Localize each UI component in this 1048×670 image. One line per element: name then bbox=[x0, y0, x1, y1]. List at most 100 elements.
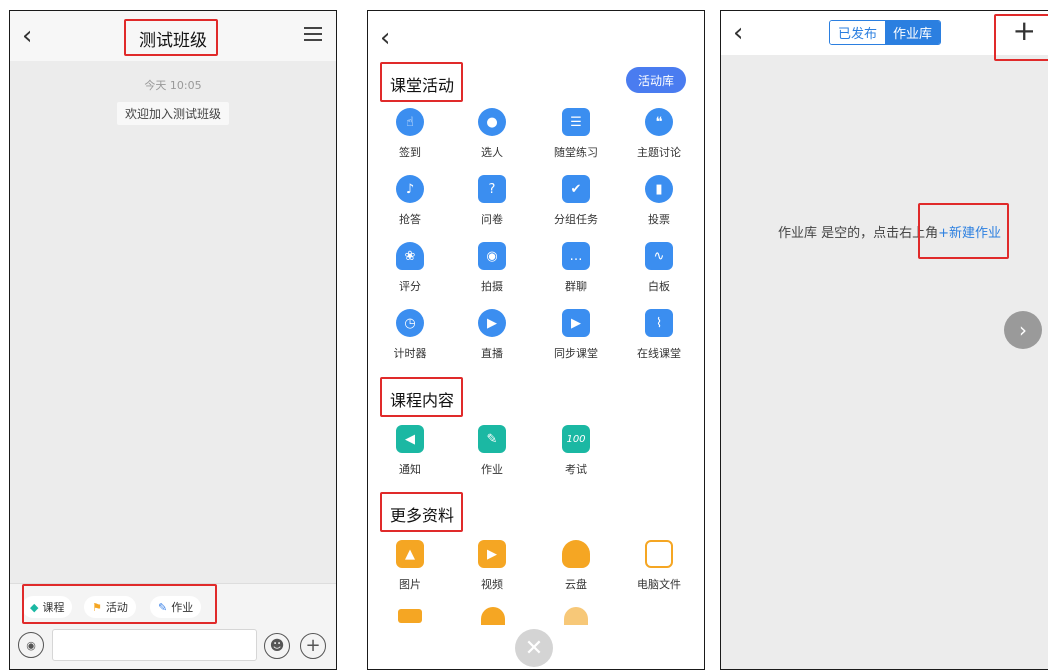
chevron-right-icon[interactable]: › bbox=[1004, 311, 1042, 349]
content-label: 通知 bbox=[399, 463, 421, 476]
tab-library[interactable]: 作业库 bbox=[885, 21, 941, 44]
online-class-icon: ⌇ bbox=[645, 309, 673, 337]
top-bar: ‹ 已发布 作业库 + bbox=[721, 11, 1048, 55]
activity-label: 直播 bbox=[481, 347, 503, 360]
plus-icon[interactable]: + bbox=[300, 633, 326, 659]
activity-library-button[interactable]: 活动库 bbox=[625, 67, 686, 93]
content-exam[interactable]: 100 考试 bbox=[536, 425, 616, 477]
activity-label: 分组任务 bbox=[554, 213, 598, 226]
live-icon: ▶ bbox=[478, 309, 506, 337]
image-icon: ▲ bbox=[396, 540, 424, 568]
chip-course[interactable]: ◆ 课程 bbox=[22, 596, 73, 618]
activity-label: 白板 bbox=[648, 280, 670, 293]
emoji-icon[interactable]: ☻ bbox=[264, 633, 290, 659]
add-homework-icon[interactable]: + bbox=[1013, 17, 1036, 45]
empty-text: 作业库 是空的，点击右上角 bbox=[778, 226, 939, 241]
more-image[interactable]: ▲ 图片 bbox=[370, 540, 450, 592]
computer-file-icon bbox=[645, 540, 673, 568]
activity-sign-in[interactable]: ☝ 签到 bbox=[370, 108, 450, 160]
back-icon[interactable]: ‹ bbox=[380, 25, 390, 51]
camera-icon: ◉ bbox=[478, 242, 506, 270]
more-computer-file[interactable]: 电脑文件 bbox=[619, 540, 699, 592]
activity-rating[interactable]: ❀ 评分 bbox=[370, 242, 450, 294]
chip-label: 课程 bbox=[42, 601, 65, 614]
cloud-drive-icon bbox=[562, 540, 590, 568]
activity-sync-class[interactable]: ▶ 同步课堂 bbox=[536, 309, 616, 361]
activity-questionnaire[interactable]: ? 问卷 bbox=[452, 175, 532, 227]
more-item-partial bbox=[564, 607, 588, 625]
content-label: 作业 bbox=[481, 463, 503, 476]
chip-label: 作业 bbox=[171, 601, 194, 614]
homework-icon: ✎ bbox=[158, 600, 168, 614]
activity-label: 随堂练习 bbox=[554, 146, 598, 159]
menu-icon[interactable] bbox=[304, 27, 322, 41]
empty-state: 作业库 是空的，点击右上角+新建作业 bbox=[778, 222, 1001, 241]
new-homework-link[interactable]: +新建作业 bbox=[938, 226, 1001, 241]
more-label: 云盘 bbox=[565, 578, 587, 591]
activity-group-task[interactable]: ✔ 分组任务 bbox=[536, 175, 616, 227]
content-label: 考试 bbox=[565, 463, 587, 476]
section-title-more: 更多资料 bbox=[390, 506, 455, 525]
timer-icon: ◷ bbox=[396, 309, 424, 337]
homework-library-panel: ‹ 已发布 作业库 + 作业库 是空的，点击右上角+新建作业 › bbox=[720, 10, 1048, 670]
more-video[interactable]: ▶ 视频 bbox=[452, 540, 532, 592]
activity-quick-answer[interactable]: ♪ 抢答 bbox=[370, 175, 450, 227]
activity-label: 在线课堂 bbox=[637, 347, 681, 360]
activity-group-chat[interactable]: … 群聊 bbox=[536, 242, 616, 294]
page-title: 测试班级 bbox=[139, 31, 207, 51]
top-bar: ‹ 测试班级 bbox=[10, 11, 336, 61]
content-notice[interactable]: ◀ 通知 bbox=[370, 425, 450, 477]
sync-class-icon: ▶ bbox=[562, 309, 590, 337]
vote-icon: ▮ bbox=[645, 175, 673, 203]
activity-discussion[interactable]: ❝ 主题讨论 bbox=[619, 108, 699, 160]
questionnaire-icon: ? bbox=[478, 175, 506, 203]
activity-label: 计时器 bbox=[393, 347, 427, 360]
activity-label: 问卷 bbox=[481, 213, 503, 226]
group-task-icon: ✔ bbox=[562, 175, 590, 203]
discussion-icon: ❝ bbox=[645, 108, 673, 136]
more-cloud-drive[interactable]: 云盘 bbox=[536, 540, 616, 592]
content-homework[interactable]: ✎ 作业 bbox=[452, 425, 532, 477]
activity-whiteboard[interactable]: ∿ 白板 bbox=[619, 242, 699, 294]
homework-icon: ✎ bbox=[478, 425, 506, 453]
activity-label: 抢答 bbox=[399, 213, 421, 226]
tab-published[interactable]: 已发布 bbox=[830, 21, 886, 44]
practice-icon: ☰ bbox=[562, 108, 590, 136]
activity-label: 群聊 bbox=[565, 280, 587, 293]
activity-label: 投票 bbox=[648, 213, 670, 226]
activity-practice[interactable]: ☰ 随堂练习 bbox=[536, 108, 616, 160]
activity-live[interactable]: ▶ 直播 bbox=[452, 309, 532, 361]
tab-switcher: 已发布 作业库 bbox=[829, 20, 942, 45]
more-item-partial bbox=[481, 607, 505, 625]
quick-answer-icon: ♪ bbox=[396, 175, 424, 203]
close-icon[interactable]: ✕ bbox=[515, 629, 553, 667]
more-label: 电脑文件 bbox=[637, 578, 681, 591]
activity-label: 选人 bbox=[481, 146, 503, 159]
bottom-bar: ◆ 课程 ⚑ 活动 ✎ 作业 ◉ ☻ + bbox=[10, 583, 336, 669]
voice-icon[interactable]: ◉ bbox=[18, 632, 44, 658]
rating-icon: ❀ bbox=[396, 242, 424, 270]
chip-label: 活动 bbox=[105, 601, 128, 614]
message-input[interactable] bbox=[52, 629, 257, 661]
sign-in-icon: ☝ bbox=[396, 108, 424, 136]
chip-homework[interactable]: ✎ 作业 bbox=[150, 596, 202, 618]
activity-panel: ‹ 课堂活动 活动库 ☝ 签到 ● 选人 ☰ 随堂练习 ❝ 主题讨论 ♪ 抢答 … bbox=[367, 10, 705, 670]
activity-label: 签到 bbox=[399, 146, 421, 159]
course-icon: ◆ bbox=[30, 600, 39, 614]
notice-icon: ◀ bbox=[396, 425, 424, 453]
back-icon[interactable]: ‹ bbox=[733, 20, 743, 46]
activity-camera[interactable]: ◉ 拍摄 bbox=[452, 242, 532, 294]
activity-online-class[interactable]: ⌇ 在线课堂 bbox=[619, 309, 699, 361]
exam-icon: 100 bbox=[562, 425, 590, 453]
more-label: 图片 bbox=[399, 578, 421, 591]
activity-pick-person[interactable]: ● 选人 bbox=[452, 108, 532, 160]
section-title-content: 课程内容 bbox=[390, 391, 455, 410]
activity-icon: ⚑ bbox=[92, 600, 102, 614]
activity-vote[interactable]: ▮ 投票 bbox=[619, 175, 699, 227]
activity-label: 主题讨论 bbox=[637, 146, 681, 159]
activity-timer[interactable]: ◷ 计时器 bbox=[370, 309, 450, 361]
chip-activity[interactable]: ⚑ 活动 bbox=[84, 596, 136, 618]
more-label: 视频 bbox=[481, 578, 503, 591]
group-chat-icon: … bbox=[562, 242, 590, 270]
chat-panel: ‹ 测试班级 今天 10:05 欢迎加入测试班级 ◆ 课程 ⚑ 活动 ✎ 作业 … bbox=[9, 10, 337, 670]
